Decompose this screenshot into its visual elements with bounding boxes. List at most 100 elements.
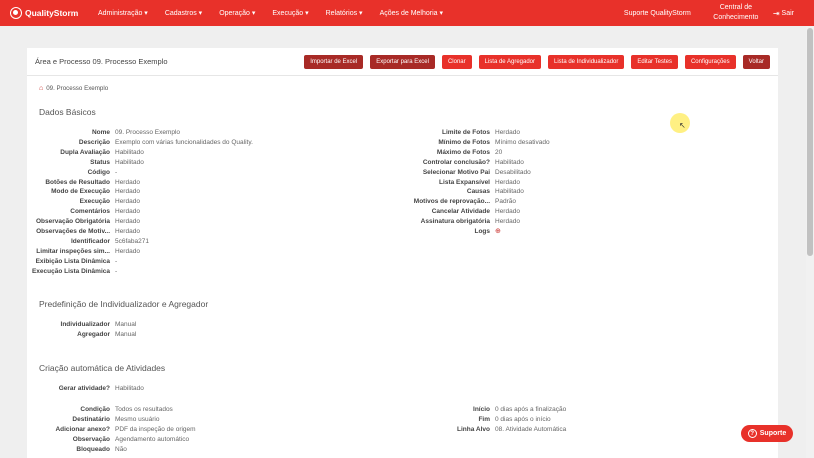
field-value: Herdado [115, 178, 140, 186]
content-panel: Área e Processo 09. Processo Exemplo Imp… [27, 48, 778, 458]
field-value: Herdado [115, 198, 140, 206]
field-row: Lista Expansível Herdado [405, 178, 520, 188]
field-row: Comentários Herdado [27, 207, 140, 217]
logout-button[interactable]: ⇥ Sair [773, 9, 794, 18]
field-value: Não [115, 445, 127, 453]
field-value: Habilitado [495, 158, 524, 166]
field-value: - [115, 257, 118, 265]
field-row: Destinatário Mesmo usuário [27, 415, 159, 425]
field-label: Observação Obrigatória [35, 218, 110, 226]
field-value: Mínimo desativado [495, 138, 550, 146]
mouse-cursor-icon: ↖ [679, 121, 686, 130]
field-label: Motivos de reprovação... [413, 198, 490, 206]
search-plus-icon[interactable]: ⊕ [495, 227, 501, 237]
menu-administracao[interactable]: Administração ▾ [98, 9, 148, 17]
import-excel-button[interactable]: Importar de Excel [304, 55, 364, 69]
field-value: Habilitado [115, 158, 144, 166]
nav-right: Suporte QualityStorm Central de Conhecim… [624, 0, 814, 26]
field-label: Dupla Avaliação [60, 148, 110, 156]
field-label: Observação [72, 435, 110, 443]
menu-relatorios[interactable]: Relatórios ▾ [326, 9, 363, 17]
field-label: Fim [478, 415, 490, 423]
export-excel-button[interactable]: Exportar para Excel [370, 55, 435, 69]
field-value: Desabilitado [495, 168, 531, 176]
field-row: Status Habilitado [27, 158, 144, 168]
action-buttons: Importar de Excel Exportar para Excel Cl… [297, 55, 770, 69]
support-link[interactable]: Suporte QualityStorm [624, 10, 691, 17]
field-label: Agregador [77, 330, 110, 338]
field-label: Botões de Resultado [45, 178, 110, 186]
field-label: Condição [80, 406, 110, 413]
breadcrumb: ⌂ 09. Processo Exemplo [39, 85, 108, 92]
field-label: Adicionar anexo? [55, 425, 110, 433]
field-value: Exemplo com várias funcionalidades do Qu… [115, 138, 253, 146]
support-chat-button[interactable]: ? Suporte [741, 425, 793, 442]
field-label: Comentários [70, 208, 110, 216]
back-button[interactable]: Voltar [742, 55, 770, 69]
field-value: Manual [115, 330, 137, 338]
field-label: Controlar conclusão? [422, 158, 490, 166]
field-value: Herdado [495, 129, 520, 136]
field-label: Status [90, 158, 110, 166]
field-value: Herdado [495, 218, 520, 226]
field-value: Agendamento automático [115, 435, 190, 443]
page-title: Área e Processo 09. Processo Exemplo [35, 57, 168, 66]
field-value: Herdado [115, 208, 140, 216]
settings-button[interactable]: Configurações [684, 55, 736, 69]
field-value: 20 [495, 148, 503, 156]
field-row: Logs ⊕ [405, 227, 501, 237]
field-value: 0 dias após a finalização [495, 406, 567, 413]
clone-button[interactable]: Clonar [441, 55, 472, 69]
section-title-dados-basicos: Dados Básicos [39, 107, 96, 117]
field-value: Herdado [495, 178, 520, 186]
brand-name: QualityStorm [25, 8, 79, 18]
field-value: Herdado [115, 247, 140, 255]
section-title-predefinicao: Predefinição de Individualizador e Agreg… [39, 299, 209, 309]
field-row: Causas Habilitado [405, 187, 524, 197]
brand-logo[interactable]: QualityStorm [10, 7, 88, 19]
field-label: Observações de Motiv... [36, 228, 110, 235]
field-label: Individualizador [60, 321, 110, 328]
field-label: Selecionar Motivo Pai [422, 168, 490, 176]
field-value: PDF da inspeção de origem [115, 425, 196, 433]
field-row: Execução Lista Dinâmica - [27, 267, 117, 277]
field-label: Exibição Lista Dinâmica [35, 257, 110, 265]
menu-cadastros[interactable]: Cadastros ▾ [165, 9, 202, 17]
menu-acoes-de-melhoria[interactable]: Ações de Melhoria ▾ [380, 9, 443, 17]
field-value: Padrão [495, 198, 516, 206]
field-row: Assinatura obrigatória Herdado [405, 217, 520, 227]
field-value: - [115, 267, 118, 275]
field-row: Botões de Resultado Herdado [27, 178, 140, 188]
field-label: Máximo de Fotos [436, 148, 490, 156]
menu-operacao[interactable]: Operação ▾ [219, 9, 255, 17]
field-row: Agregador Manual [27, 330, 136, 340]
field-label: Cancelar Atividade [431, 208, 490, 216]
edit-tests-button[interactable]: Editar Testes [631, 55, 678, 69]
field-row: Descrição Exemplo com várias funcionalida… [27, 138, 253, 148]
field-row: Execução Herdado [27, 197, 140, 207]
sign-out-icon: ⇥ [772, 8, 780, 18]
scrollbar-thumb[interactable] [807, 28, 813, 256]
field-row: Observação Agendamento automático [27, 435, 189, 445]
home-icon[interactable]: ⌂ [39, 85, 43, 92]
field-row: Observações de Motiv... Herdado [27, 227, 140, 237]
field-value: Herdado [115, 228, 140, 235]
menu-execucao[interactable]: Execução ▾ [272, 9, 308, 17]
field-row: Fim 0 dias após o início [405, 415, 550, 425]
field-label: Linha Alvo [457, 425, 490, 433]
field-value: Habilitado [115, 385, 144, 392]
individualizer-list-button[interactable]: Lista de Individualizador [548, 55, 625, 69]
field-value: Herdado [495, 208, 520, 216]
field-label: Limite de Fotos [441, 129, 490, 136]
question-icon: ? [747, 429, 757, 438]
aggregator-list-button[interactable]: Lista de Agregador [478, 55, 541, 69]
field-value: Herdado [115, 188, 140, 196]
field-row: Individualizador Manual [27, 320, 137, 330]
knowledge-center-link[interactable]: Central de Conhecimento [711, 3, 761, 23]
field-row: Selecionar Motivo Pai Desabilitado [405, 168, 531, 178]
field-label: Bloqueado [76, 445, 110, 453]
breadcrumb-current: 09. Processo Exemplo [46, 85, 109, 92]
gerar-atividade-row: Gerar atividade? Habilitado [27, 384, 144, 394]
field-label: Gerar atividade? [58, 385, 110, 392]
field-value: Manual [115, 321, 137, 328]
